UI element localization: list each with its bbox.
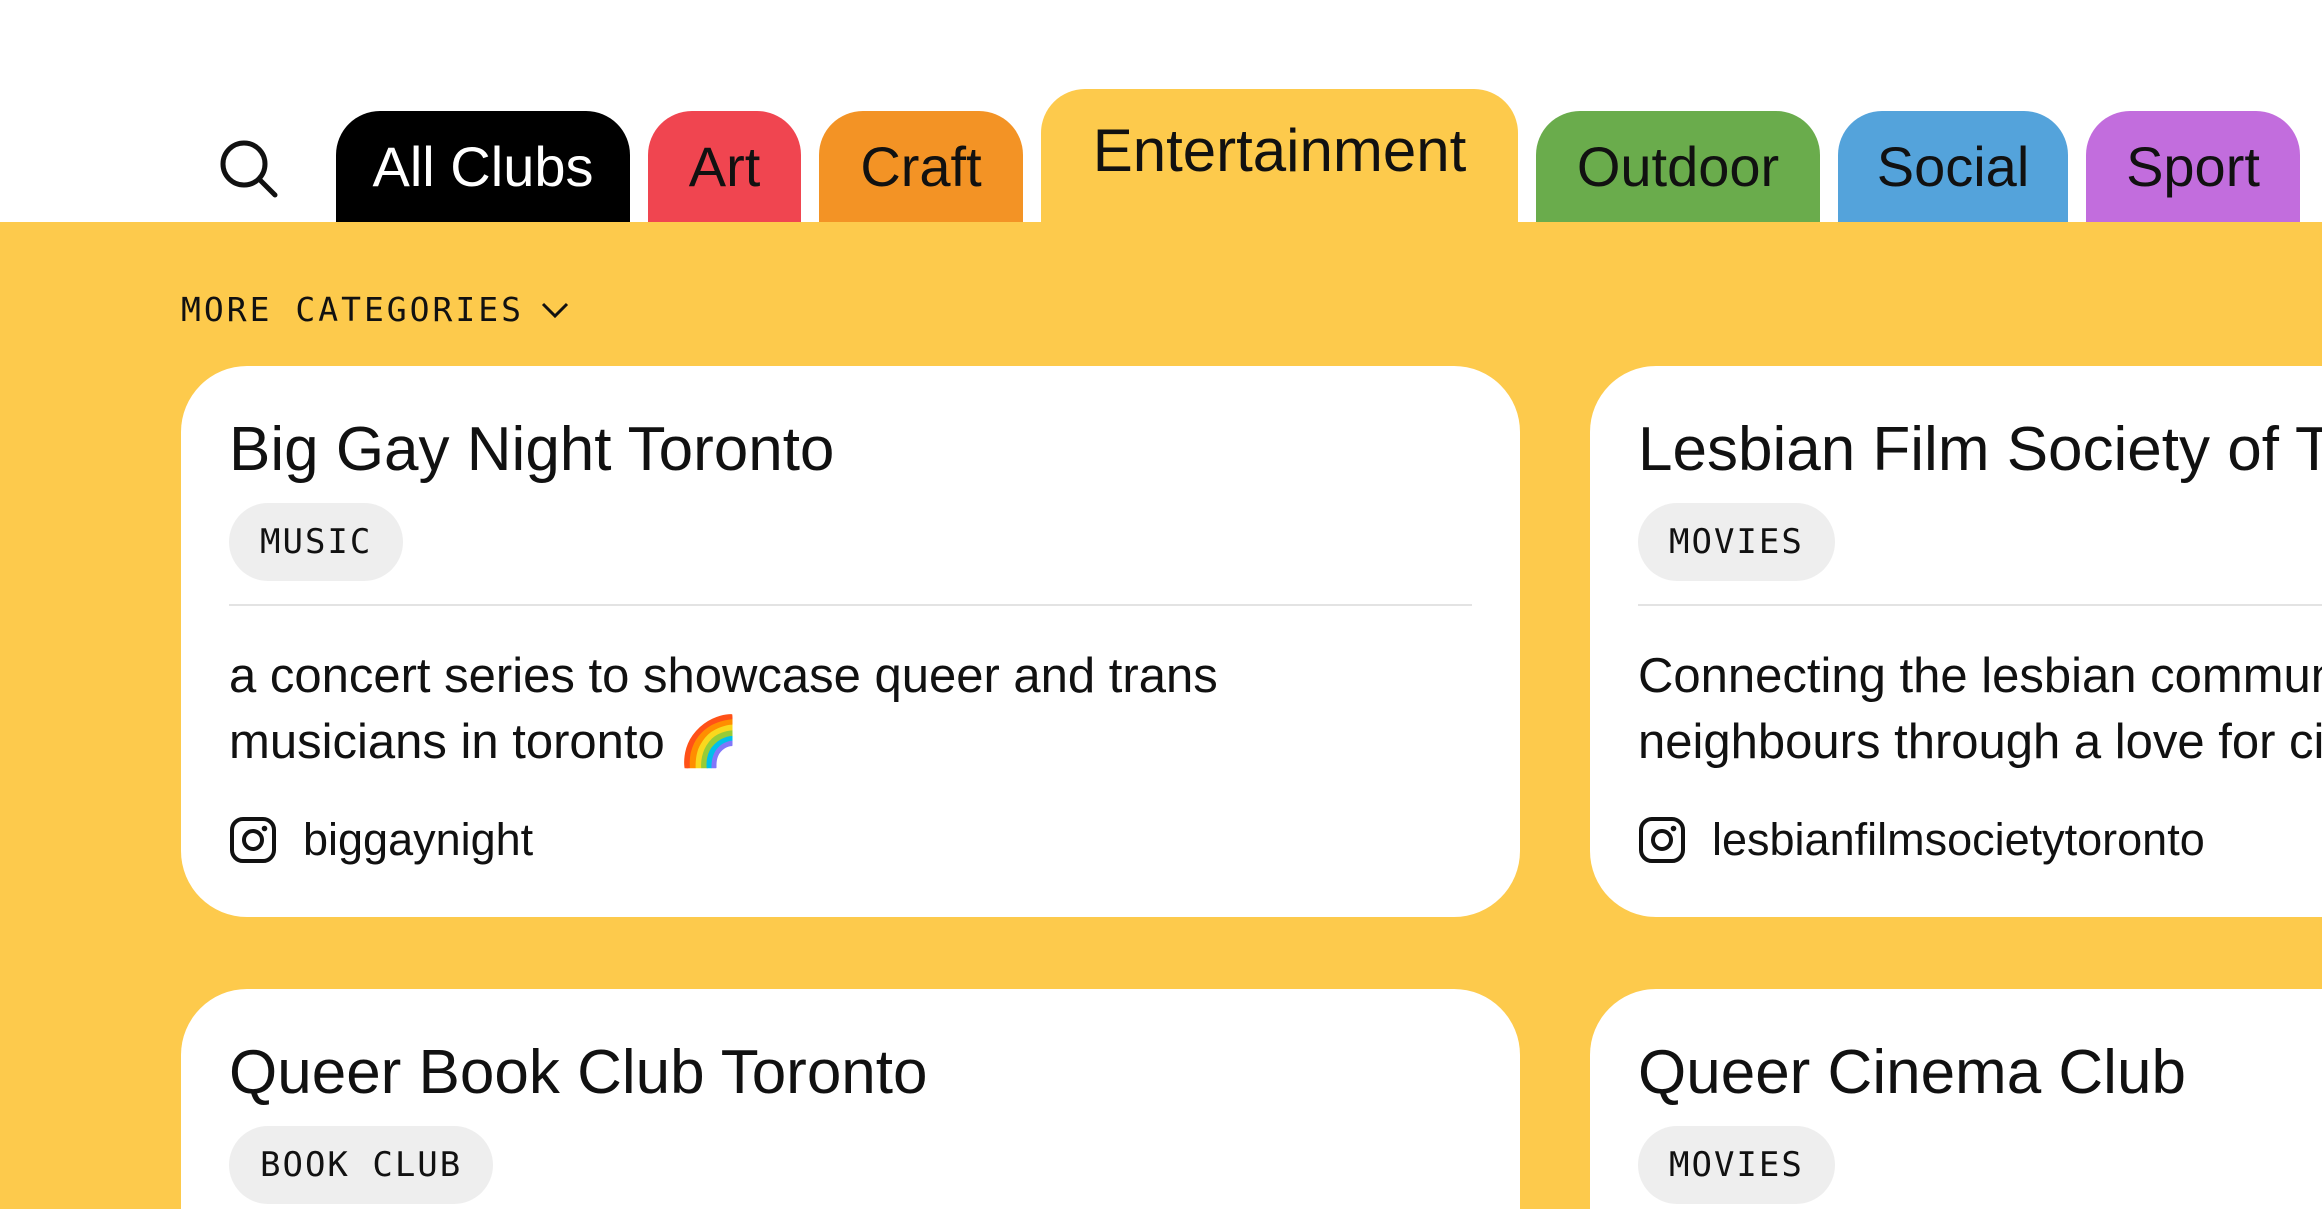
- tab-craft[interactable]: Craft: [819, 111, 1023, 222]
- instagram-icon: [1639, 817, 1685, 863]
- club-title: Big Gay Night Toronto: [229, 415, 835, 484]
- instagram-link[interactable]: biggaynight: [229, 814, 533, 866]
- search-icon: [220, 140, 278, 198]
- club-description-line: Connecting the lesbian community and: [1638, 649, 2322, 703]
- club-card[interactable]: Big Gay Night Toronto MUSIC a concert se…: [181, 366, 1520, 917]
- club-card[interactable]: Lesbian Film Society of Toronto MOVIES C…: [1590, 366, 2322, 917]
- instagram-icon: [230, 817, 276, 863]
- club-description: Connecting the lesbian community and nei…: [1638, 643, 2322, 775]
- instagram-handle: biggaynight: [303, 814, 534, 865]
- tab-social[interactable]: Social: [1838, 111, 2068, 222]
- club-description-line: musicians in toronto 🌈: [229, 715, 740, 769]
- search-button[interactable]: [213, 133, 285, 205]
- tab-entertainment[interactable]: Entertainment: [1041, 89, 1518, 231]
- more-categories-button[interactable]: MORE CATEGORIES: [181, 290, 570, 329]
- tab-sport[interactable]: Sport: [2086, 111, 2300, 222]
- club-description-line: neighbours through a love for cinema: [1638, 715, 2322, 769]
- club-tag: MOVIES: [1638, 1126, 1835, 1204]
- club-card[interactable]: Queer Book Club Toronto BOOK CLUB: [181, 989, 1520, 1209]
- club-title: Queer Book Club Toronto: [229, 1038, 928, 1107]
- club-title: Lesbian Film Society of Toronto: [1638, 415, 2322, 484]
- club-tag: MOVIES: [1638, 503, 1835, 581]
- instagram-link[interactable]: lesbianfilmsocietytoronto: [1638, 814, 2205, 866]
- instagram-handle: lesbianfilmsocietytoronto: [1712, 814, 2205, 865]
- tab-all-clubs[interactable]: All Clubs: [336, 111, 630, 222]
- category-tab-bar: All Clubs Art Craft Entertainment Outdoo…: [0, 0, 2322, 231]
- club-tag: BOOK CLUB: [229, 1126, 494, 1204]
- club-tag: MUSIC: [229, 503, 404, 581]
- club-card[interactable]: Queer Cinema Club MOVIES: [1590, 989, 2322, 1209]
- club-description-line: a concert series to showcase queer and t…: [229, 649, 1218, 703]
- chevron-down-icon: [541, 302, 569, 318]
- more-categories-label: MORE CATEGORIES: [181, 290, 525, 329]
- tab-outdoor[interactable]: Outdoor: [1536, 111, 1820, 222]
- club-title: Queer Cinema Club: [1638, 1038, 2186, 1107]
- clubs-panel: MORE CATEGORIES Big Gay Night Toronto MU…: [0, 222, 2322, 1209]
- card-divider: [229, 604, 1472, 606]
- tab-art[interactable]: Art: [648, 111, 801, 222]
- club-description: a concert series to showcase queer and t…: [229, 643, 1409, 775]
- card-divider: [1638, 604, 2322, 606]
